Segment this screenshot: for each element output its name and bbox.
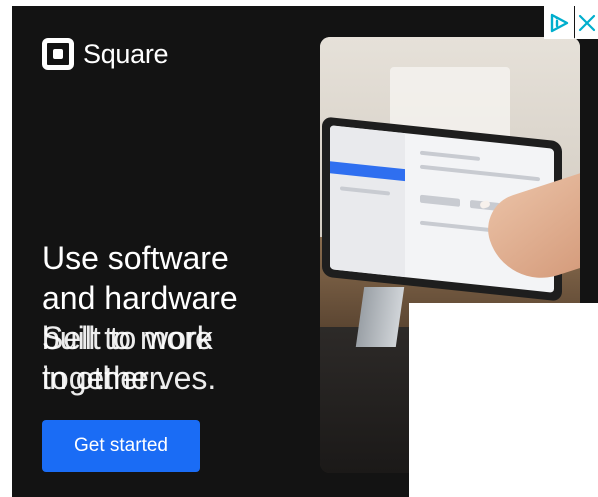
adchoices-icon-glyph	[550, 13, 569, 32]
tablet-stand	[355, 287, 405, 347]
overlap-b-line-2: in other ves.	[42, 360, 217, 396]
get-started-button[interactable]: Get started	[42, 420, 200, 472]
screen-line	[420, 164, 540, 182]
brand-name: Square	[83, 38, 169, 69]
overlapping-headline: Sell to more built to work together. in …	[42, 318, 282, 398]
screen-sidebar	[330, 125, 405, 278]
headline-line-2: and hardware	[42, 280, 238, 316]
screen-line	[420, 150, 480, 161]
square-logo-icon	[42, 38, 74, 70]
headline: Use software and hardware	[42, 238, 282, 318]
close-icon	[578, 14, 595, 31]
adchoices-icon[interactable]	[544, 6, 574, 39]
brand-logo[interactable]: Square	[42, 38, 169, 70]
screen-line	[420, 194, 460, 207]
blank-overlay	[409, 303, 598, 497]
overlap-b-line-1: built to work	[42, 320, 213, 356]
close-button[interactable]	[575, 6, 598, 39]
headline-line-1: Use software	[42, 240, 229, 276]
